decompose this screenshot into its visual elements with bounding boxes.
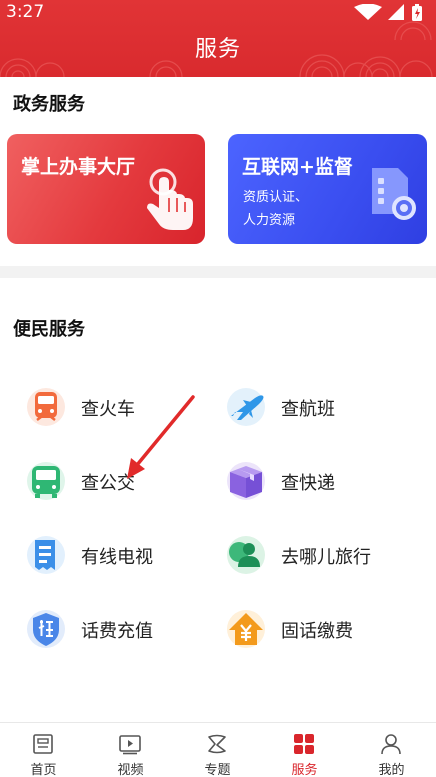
- service-bus[interactable]: 查公交: [25, 458, 225, 506]
- profile-icon: [381, 734, 401, 755]
- card-title: 掌上办事大厅: [21, 156, 136, 178]
- service-label: 有线电视: [81, 547, 153, 568]
- signal-icon: [388, 4, 404, 20]
- topic-icon: [208, 734, 226, 754]
- battery-icon: [412, 4, 422, 21]
- parcel-box-icon: [227, 462, 265, 500]
- document-gear-icon: [372, 168, 416, 220]
- tab-service[interactable]: 服务: [261, 723, 348, 777]
- section-title-convenience: 便民服务: [13, 319, 85, 340]
- yuan-house-icon: [227, 610, 265, 648]
- card-subtitle-line-2: 人力资源: [243, 213, 296, 228]
- mobile-service-hall-card[interactable]: 掌上办事大厅: [7, 134, 205, 244]
- card-subtitle-line-1: 资质认证、: [243, 190, 309, 205]
- service-express[interactable]: 查快递: [225, 458, 425, 506]
- wifi-icon: [354, 4, 382, 20]
- tab-label: 专题: [204, 763, 231, 777]
- service-label: 固话缴费: [281, 621, 353, 642]
- service-label: 话费充值: [81, 621, 153, 642]
- service-phone-recharge[interactable]: 话费充值: [25, 606, 225, 654]
- video-icon: [119, 735, 141, 755]
- hand-tap-icon: [147, 168, 193, 230]
- app-header: 3:27 服务: [0, 0, 436, 77]
- tv-document-icon: [27, 536, 65, 574]
- status-time: 3:27: [6, 2, 45, 22]
- service-flight[interactable]: 查航班: [225, 384, 425, 432]
- bus-icon: [27, 462, 65, 500]
- service-landline-payment[interactable]: 固话缴费: [225, 606, 425, 654]
- tab-home[interactable]: 首页: [0, 723, 87, 777]
- travel-user-icon: [227, 536, 265, 574]
- tab-label: 首页: [30, 763, 57, 777]
- status-icons: [354, 4, 422, 21]
- tab-topics[interactable]: 专题: [174, 723, 261, 777]
- home-icon: [33, 734, 53, 754]
- service-label: 去哪儿旅行: [281, 547, 371, 568]
- service-grid-icon: [294, 734, 314, 754]
- service-train[interactable]: 查火车: [25, 384, 225, 432]
- tab-profile[interactable]: 我的: [348, 723, 435, 777]
- page-title: 服务: [194, 37, 241, 62]
- train-icon: [27, 388, 65, 426]
- service-label: 查快递: [281, 473, 335, 494]
- status-bar: 3:27: [0, 0, 436, 26]
- card-title: 互联网+监督: [242, 156, 353, 178]
- shield-social-icon: [27, 610, 65, 648]
- section-title-government: 政务服务: [13, 94, 85, 115]
- tab-label: 服务: [291, 763, 318, 777]
- tab-video[interactable]: 视频: [87, 723, 174, 777]
- service-label: 查航班: [281, 399, 335, 420]
- service-label: 查公交: [81, 473, 135, 494]
- internet-supervision-card[interactable]: 互联网+监督 资质认证、 人力资源: [228, 134, 427, 244]
- bottom-tab-bar: 首页 视频 专题 服务 我的: [0, 722, 436, 777]
- tab-label: 视频: [117, 763, 144, 777]
- service-label: 查火车: [81, 399, 135, 420]
- tab-label: 我的: [378, 763, 405, 777]
- plane-icon: [227, 388, 265, 426]
- service-qunar-travel[interactable]: 去哪儿旅行: [225, 532, 425, 580]
- section-divider: [0, 266, 436, 278]
- service-cable-tv[interactable]: 有线电视: [25, 532, 225, 580]
